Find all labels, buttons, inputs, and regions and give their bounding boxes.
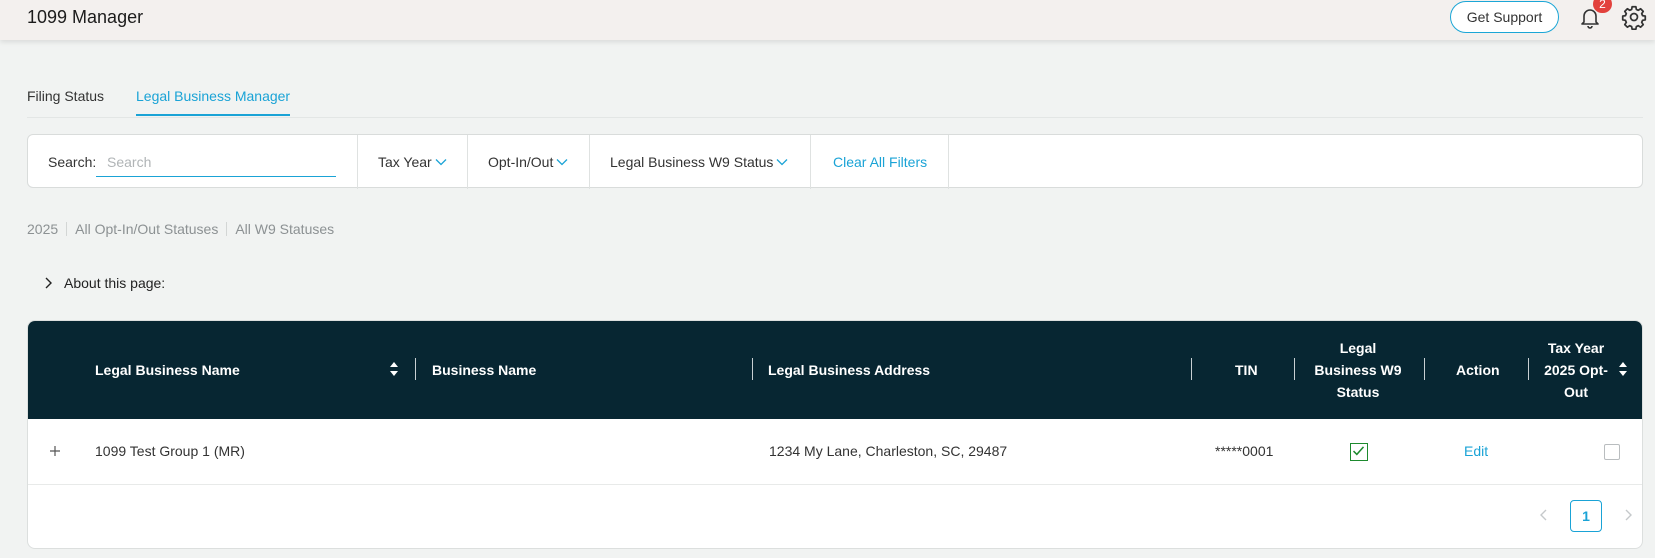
column-divider <box>415 358 416 380</box>
get-support-button[interactable]: Get Support <box>1450 1 1559 33</box>
page-button[interactable]: 1 <box>1570 500 1602 532</box>
opt-out-checkbox[interactable] <box>1604 444 1620 460</box>
opt-in-out-dropdown[interactable]: Opt-In/Out <box>488 154 568 170</box>
search-label: Search: <box>48 154 97 170</box>
chevron-right-icon <box>45 277 52 289</box>
summary-opt-status: All Opt-In/Out Statuses <box>75 221 219 237</box>
checkmark-icon <box>1352 446 1365 456</box>
column-divider <box>1528 358 1529 380</box>
filter-divider <box>467 135 468 189</box>
column-divider <box>1424 358 1425 380</box>
cell-tin: *****0001 <box>1215 443 1274 459</box>
summary-w9-status: All W9 Statuses <box>235 221 335 237</box>
filter-bar: Search: Tax Year Opt-In/Out Legal Busine… <box>27 134 1643 189</box>
col-w9-status: Legal Business W9 Status <box>1306 337 1410 403</box>
table-row: 1099 Test Group 1 (MR) 1234 My Lane, Cha… <box>28 419 1642 485</box>
col-w9-status-line: Legal <box>1339 340 1377 356</box>
filter-divider <box>357 135 358 189</box>
legal-business-table: Legal Business Name Business Name Legal … <box>27 320 1643 549</box>
col-action: Action <box>1456 362 1500 378</box>
w9-status-dropdown[interactable]: Legal Business W9 Status <box>610 154 788 170</box>
filter-divider <box>589 135 590 189</box>
cell-legal-business-name: 1099 Test Group 1 (MR) <box>95 443 245 459</box>
col-w9-status-line: Business W9 <box>1314 362 1402 378</box>
about-this-page-toggle[interactable]: About this page: <box>44 275 165 291</box>
chevron-down-icon <box>556 159 568 166</box>
chevron-right-icon[interactable] <box>1623 508 1633 522</box>
col-w9-status-line: Status <box>1336 384 1380 400</box>
search-input[interactable] <box>96 147 336 177</box>
summary-divider <box>226 222 228 236</box>
col-legal-business-address: Legal Business Address <box>768 362 931 378</box>
summary-tax-year: 2025 <box>27 221 59 237</box>
col-opt-out-line: 2025 Opt- <box>1544 362 1608 378</box>
w9-status-label: Legal Business W9 Status <box>610 154 774 170</box>
filter-divider <box>948 135 949 189</box>
edit-link[interactable]: Edit <box>1464 443 1488 459</box>
filter-summary: 2025 All Opt-In/Out Statuses All W9 Stat… <box>27 221 334 237</box>
tab-legal-business-manager[interactable]: Legal Business Manager <box>136 88 291 116</box>
tax-year-label: Tax Year <box>378 154 432 170</box>
col-opt-out-line: Out <box>1563 384 1589 400</box>
filter-divider <box>810 135 811 189</box>
chevron-down-icon <box>776 159 788 166</box>
w9-status-checkbox <box>1350 443 1368 461</box>
opt-in-out-label: Opt-In/Out <box>488 154 554 170</box>
app-title: 1099 Manager <box>27 7 144 27</box>
table-header: Legal Business Name Business Name Legal … <box>28 321 1642 419</box>
col-business-name: Business Name <box>432 362 537 378</box>
column-divider <box>1191 358 1192 380</box>
sort-icon[interactable] <box>389 361 399 377</box>
expand-row-icon[interactable] <box>48 444 62 458</box>
about-label: About this page: <box>64 275 166 291</box>
top-bar: 1099 Manager Get Support 2 <box>0 0 1655 40</box>
chevron-left-icon[interactable] <box>1539 508 1549 522</box>
sort-icon[interactable] <box>1618 361 1628 377</box>
clear-all-filters-link[interactable]: Clear All Filters <box>833 154 927 170</box>
column-divider <box>752 358 753 380</box>
col-opt-out-line: Tax Year <box>1547 340 1605 356</box>
tab-filing-status[interactable]: Filing Status <box>27 88 104 114</box>
summary-divider <box>66 222 68 236</box>
tax-year-dropdown[interactable]: Tax Year <box>378 154 447 170</box>
col-tin: TIN <box>1235 362 1258 378</box>
col-legal-business-name[interactable]: Legal Business Name <box>95 359 240 381</box>
notification-badge: 2 <box>1593 0 1612 13</box>
column-divider <box>1294 358 1295 380</box>
gear-icon[interactable] <box>1621 4 1647 30</box>
cell-legal-business-address: 1234 My Lane, Charleston, SC, 29487 <box>769 443 1008 459</box>
chevron-down-icon <box>435 159 447 166</box>
tab-bar: Filing Status Legal Business Manager <box>27 78 1643 118</box>
col-opt-out[interactable]: Tax Year 2025 Opt- Out <box>1536 337 1616 403</box>
